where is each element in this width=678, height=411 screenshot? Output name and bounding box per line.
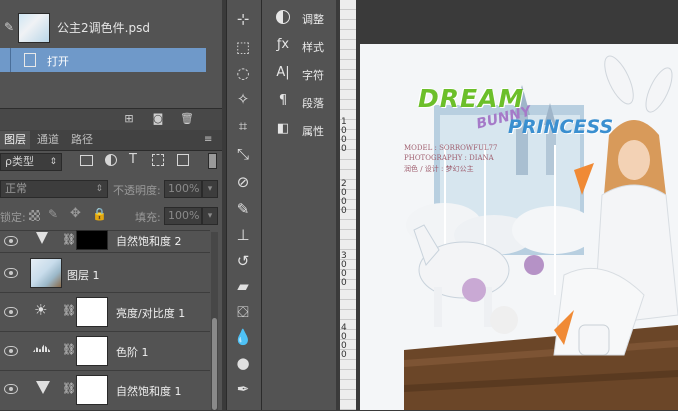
healing-brush-tool-icon[interactable]: ⊘ (232, 171, 254, 193)
blur-tool-icon[interactable]: 💧 (232, 326, 254, 348)
panel-label: 字符 (302, 69, 324, 82)
visibility-eye-icon[interactable] (4, 307, 18, 317)
opacity-label: 不透明度: (113, 184, 161, 197)
docked-panels (262, 0, 336, 410)
tab-paths[interactable]: 路径 (67, 131, 97, 149)
ruler-mark: 3000 (341, 251, 347, 288)
fill-dropdown-icon[interactable]: ▾ (202, 207, 218, 225)
document-icon (24, 53, 36, 67)
ruler-mark: 4000 (341, 323, 347, 360)
artwork-credit-line: 润色 / 设计 : 梦幻公主 (404, 165, 474, 173)
dodge-tool-icon[interactable]: ● (232, 352, 254, 374)
layer-name: 自然饱和度 2 (116, 235, 182, 248)
visibility-eye-icon[interactable] (4, 268, 18, 278)
crop-tool-icon[interactable]: ⌗ (232, 115, 254, 137)
paint-bucket-tool-icon[interactable]: ⛋ (232, 301, 254, 323)
panel-label: 属性 (302, 125, 324, 138)
filter-pixel-icon[interactable] (80, 155, 93, 166)
tab-layers[interactable]: 图层 (0, 131, 30, 149)
opacity-dropdown-icon[interactable]: ▾ (202, 180, 218, 198)
visibility-eye-icon[interactable] (4, 346, 18, 356)
panel-button-character[interactable]: A| 字符 (272, 64, 332, 84)
layer-thumbnail[interactable] (30, 258, 62, 288)
opacity-field[interactable]: 100% (164, 180, 202, 198)
select-arrows-icon: ⇕ (49, 157, 57, 167)
filter-toggle-switch[interactable] (208, 153, 217, 169)
visibility-eye-icon[interactable] (4, 384, 18, 394)
lasso-tool-icon[interactable]: ◌ (232, 62, 254, 84)
marquee-tool-icon[interactable]: ⬚ (232, 36, 254, 58)
trash-icon[interactable]: 🗑 (180, 113, 194, 125)
panel-label: 调整 (302, 13, 324, 26)
brush-tool-icon[interactable]: ✎ (232, 198, 254, 220)
new-document-from-state-icon[interactable]: ⊞ (122, 113, 136, 125)
mask-link-icon[interactable]: ⛓ (62, 382, 76, 395)
artwork-credit-line: MODEL : SORROWFUL77 (404, 144, 498, 152)
panel-label: 段落 (302, 97, 324, 110)
filter-kind-select[interactable]: ρ类型 ⇕ (0, 153, 62, 171)
move-tool-icon[interactable]: ⊹ (232, 8, 254, 30)
filter-kind-label: ρ类型 (5, 155, 34, 168)
layer-name: 自然饱和度 1 (116, 385, 182, 398)
history-step-label: 打开 (47, 55, 69, 68)
ruler-mark: 2000 (341, 179, 347, 216)
filter-shape-icon[interactable] (152, 154, 164, 166)
fill-label: 填充: (135, 211, 161, 224)
snapshot-thumbnail (18, 13, 50, 43)
filter-smart-object-icon[interactable] (177, 154, 189, 166)
pen-tool-icon[interactable]: ✒ (232, 378, 254, 400)
filter-adjustment-icon[interactable] (105, 154, 117, 166)
filter-type-icon[interactable]: T (129, 152, 137, 167)
magic-wand-tool-icon[interactable]: ✧ (232, 88, 254, 110)
paragraph-icon: ¶ (278, 93, 288, 108)
mask-link-icon[interactable]: ⛓ (62, 233, 76, 246)
lock-all-icon[interactable]: 🔒 (92, 207, 107, 221)
tab-channels[interactable]: 通道 (33, 131, 63, 149)
vibrance-icon (36, 232, 48, 244)
layer-mask-thumbnail[interactable] (76, 375, 108, 405)
layer-mask-thumbnail[interactable] (76, 336, 108, 366)
history-file-name: 公主2调色件.psd (57, 21, 150, 35)
eyedropper-tool-icon[interactable]: ⤡ (232, 143, 254, 165)
eraser-tool-icon[interactable]: ▰ (232, 275, 254, 297)
properties-icon: ◧ (276, 121, 290, 136)
history-brush-tool-icon[interactable]: ↺ (232, 250, 254, 272)
panel-label: 样式 (302, 41, 324, 54)
panel-button-styles[interactable]: ƒx 样式 (272, 36, 332, 56)
styles-icon: ƒx (276, 37, 290, 52)
camera-icon[interactable]: ◙ (151, 113, 165, 125)
layer-name: 色阶 1 (116, 346, 149, 359)
visibility-eye-icon[interactable] (4, 236, 18, 246)
fill-field[interactable]: 100% (164, 207, 202, 225)
panel-button-adjustments[interactable]: 调整 (272, 8, 332, 28)
ruler-mark: 1000 (341, 117, 347, 154)
clone-stamp-tool-icon[interactable]: ⊥ (232, 224, 254, 246)
lock-pixels-icon[interactable]: ✎ (48, 207, 58, 221)
mask-link-icon[interactable]: ⛓ (62, 343, 76, 356)
mask-link-icon[interactable]: ⛓ (62, 304, 76, 317)
artwork-title-princess: PRINCESS (508, 116, 614, 138)
layer-name: 亮度/对比度 1 (116, 307, 186, 320)
panel-button-properties[interactable]: ◧ 属性 (272, 120, 332, 140)
layers-scrollbar-thumb[interactable] (212, 318, 217, 410)
lock-position-icon[interactable]: ✥ (70, 206, 81, 221)
vibrance-icon (36, 381, 50, 394)
artwork-credit-line: PHOTOGRAPHY : DIANA (404, 154, 494, 162)
layer-mask-thumbnail[interactable] (76, 230, 108, 250)
layer-name: 图层 1 (67, 269, 100, 282)
character-icon: A| (276, 65, 290, 80)
brightness-sun-icon: ☀ (34, 301, 48, 319)
history-brush-source[interactable] (0, 48, 11, 72)
blend-mode-label: 正常 (5, 182, 27, 195)
blend-mode-select[interactable]: 正常 ⇕ (0, 180, 108, 198)
panel-menu-icon[interactable]: ≡ (204, 134, 212, 145)
lock-label: 锁定: (0, 211, 26, 224)
lock-transparency-icon[interactable] (29, 210, 40, 221)
panel-button-paragraph[interactable]: ¶ 段落 (272, 92, 332, 112)
select-arrows-icon: ⇕ (95, 184, 103, 194)
brush-icon: ✎ (4, 20, 15, 34)
layer-mask-thumbnail[interactable] (76, 297, 108, 327)
adjustments-icon (276, 10, 290, 24)
